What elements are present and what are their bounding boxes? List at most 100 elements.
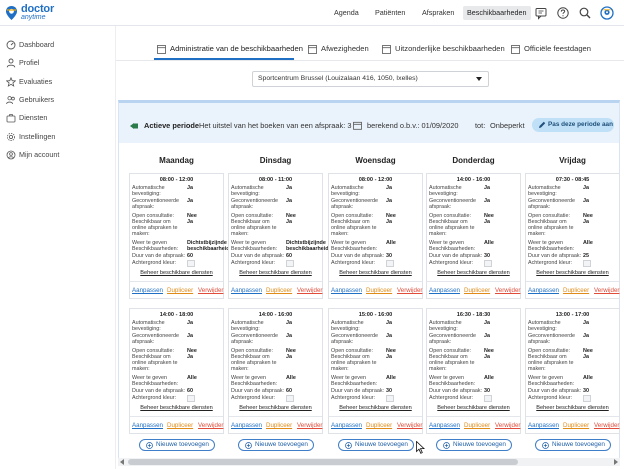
manage-services-link[interactable]: Beheer beschikbare diensten [130, 405, 223, 411]
slot-field-label: afspraak: [231, 204, 254, 210]
background-color-swatch[interactable] [187, 260, 195, 267]
edit-slot-button[interactable]: Aanpassen [528, 287, 559, 294]
slot-field-label: maken: [331, 231, 349, 237]
logo-text-anytime: anytime [21, 14, 46, 21]
delete-slot-button[interactable]: Verwijder [397, 422, 422, 429]
location-select[interactable]: Sportcentrum Brussel (Louizalaan 416, 10… [252, 71, 489, 87]
edit-slot-button[interactable]: Aanpassen [429, 287, 460, 294]
add-new-slot-button[interactable]: Nieuwe toevoegen [238, 439, 314, 451]
manage-services-link[interactable]: Beheer beschikbare diensten [229, 405, 322, 411]
duplicate-slot-button[interactable]: Dupliceer [563, 422, 589, 429]
duplicate-slot-button[interactable]: Dupliceer [266, 287, 292, 294]
edit-slot-button[interactable]: Aanpassen [331, 422, 362, 429]
delete-slot-button[interactable]: Verwijder [297, 422, 322, 429]
edit-slot-button[interactable]: Aanpassen [231, 287, 262, 294]
duplicate-slot-button[interactable]: Dupliceer [167, 422, 193, 429]
sidebar-item-instellingen[interactable]: Instellingen [6, 130, 111, 144]
manage-services-link[interactable]: Beheer beschikbare diensten [229, 270, 322, 276]
duplicate-slot-button[interactable]: Dupliceer [464, 287, 490, 294]
delete-slot-button[interactable]: Verwijder [198, 287, 223, 294]
delete-slot-button[interactable]: Verwijder [297, 287, 322, 294]
duplicate-slot-button[interactable]: Dupliceer [464, 422, 490, 429]
add-new-slot-button[interactable]: Nieuwe toevoegen [535, 439, 611, 451]
slot-field-label: Achtergrond kleur: [331, 395, 376, 401]
sidebar-item-evaluaties[interactable]: Evaluaties [6, 75, 111, 89]
sidebar-item-gebruikers[interactable]: Gebruikers [6, 93, 111, 107]
background-color-swatch[interactable] [484, 260, 492, 267]
toggle-icon[interactable] [129, 122, 139, 130]
edit-slot-button[interactable]: Aanpassen [429, 422, 460, 429]
nav-afspraken[interactable]: Afspraken [418, 6, 458, 20]
search-icon[interactable] [578, 6, 592, 20]
edit-slot-button[interactable]: Aanpassen [528, 422, 559, 429]
nav-patienten[interactable]: Patiënten [371, 6, 409, 20]
manage-services-link[interactable]: Beheer beschikbare diensten [526, 405, 619, 411]
delete-slot-button[interactable]: Verwijder [198, 422, 223, 429]
slot-field-label: maken: [331, 366, 349, 372]
delete-slot-button[interactable]: Verwijder [594, 422, 619, 429]
duplicate-slot-button[interactable]: Dupliceer [366, 287, 392, 294]
slot-field-value: Ja [386, 185, 392, 191]
nav-agenda[interactable]: Agenda [330, 6, 363, 20]
add-new-slot-button[interactable]: Nieuwe toevoegen [139, 439, 215, 451]
background-color-swatch[interactable] [386, 395, 394, 402]
slot-field-label: Achtergrond kleur: [429, 395, 474, 401]
doctor-anytime-logo[interactable]: doctor anytime [5, 3, 65, 23]
slot-field-label: maken: [132, 366, 150, 372]
manage-services-link[interactable]: Beheer beschikbare diensten [329, 405, 422, 411]
slot-field-value: Alle [187, 375, 197, 381]
background-color-swatch[interactable] [386, 260, 394, 267]
sidebar-item-mijn-account[interactable]: Mijn account [6, 148, 111, 162]
duplicate-slot-button[interactable]: Dupliceer [563, 287, 589, 294]
delete-slot-button[interactable]: Verwijder [495, 287, 520, 294]
manage-services-link[interactable]: Beheer beschikbare diensten [329, 270, 422, 276]
manage-services-link[interactable]: Beheer beschikbare diensten [427, 270, 520, 276]
slot-field-label: afspraak: [528, 204, 551, 210]
edit-slot-button[interactable]: Aanpassen [231, 422, 262, 429]
horizontal-scrollbar[interactable] [118, 458, 620, 466]
manage-services-link[interactable]: Beheer beschikbare diensten [526, 270, 619, 276]
slot-field-label: Duur van de afspraak: [331, 388, 385, 394]
sidebar-item-diensten[interactable]: Diensten [6, 111, 111, 125]
delete-slot-button[interactable]: Verwijder [594, 287, 619, 294]
edit-slot-button[interactable]: Aanpassen [132, 287, 163, 294]
slot-field-value: Ja [484, 219, 490, 225]
card-divider [329, 416, 422, 417]
fit-period-button[interactable]: Pas deze periode aan [532, 118, 614, 132]
slot-field-label: Duur van de afspraak: [231, 388, 285, 394]
delete-slot-button[interactable]: Verwijder [495, 422, 520, 429]
background-color-swatch[interactable] [286, 395, 294, 402]
edit-slot-button[interactable]: Aanpassen [331, 287, 362, 294]
scrollbar-thumb[interactable] [128, 459, 518, 465]
background-color-swatch[interactable] [583, 395, 591, 402]
sidebar-item-profiel[interactable]: Profiel [6, 56, 111, 70]
slot-field-value: Ja [286, 333, 292, 339]
sidebar-item-dashboard[interactable]: Dashboard [6, 38, 111, 52]
users-icon [6, 96, 15, 105]
duplicate-slot-button[interactable]: Dupliceer [266, 422, 292, 429]
duplicate-slot-button[interactable]: Dupliceer [167, 287, 193, 294]
availability-slot-card: 08:00 - 11:00 Automatische Ja bevestiging: G… [228, 173, 329, 299]
delete-slot-button[interactable]: Verwijder [397, 287, 422, 294]
background-color-swatch[interactable] [583, 260, 591, 267]
scroll-left-arrow-icon[interactable] [120, 459, 124, 465]
add-new-slot-button[interactable]: Nieuwe toevoegen [338, 439, 414, 451]
help-icon[interactable] [556, 6, 570, 20]
background-color-swatch[interactable] [187, 395, 195, 402]
slot-field-value: Ja [286, 320, 292, 326]
manage-services-link[interactable]: Beheer beschikbare diensten [427, 405, 520, 411]
chat-icon[interactable] [534, 6, 548, 20]
nav-beschikbaarheden[interactable]: Beschikbaarheden [463, 6, 531, 20]
add-new-slot-button[interactable]: Nieuwe toevoegen [436, 439, 512, 451]
slot-time-range: 14:00 - 16:00 [456, 177, 491, 183]
background-color-swatch[interactable] [286, 260, 294, 267]
duplicate-slot-button[interactable]: Dupliceer [366, 422, 392, 429]
slot-field-value: Ja [484, 198, 490, 204]
edit-slot-button[interactable]: Aanpassen [132, 422, 163, 429]
manage-services-link[interactable]: Beheer beschikbare diensten [130, 270, 223, 276]
scroll-right-arrow-icon[interactable] [614, 459, 618, 465]
day-heading: Maandag [159, 156, 194, 165]
user-avatar-icon[interactable] [600, 6, 614, 20]
slot-field-label: Beschikbaarheden: [132, 246, 179, 252]
background-color-swatch[interactable] [484, 395, 492, 402]
